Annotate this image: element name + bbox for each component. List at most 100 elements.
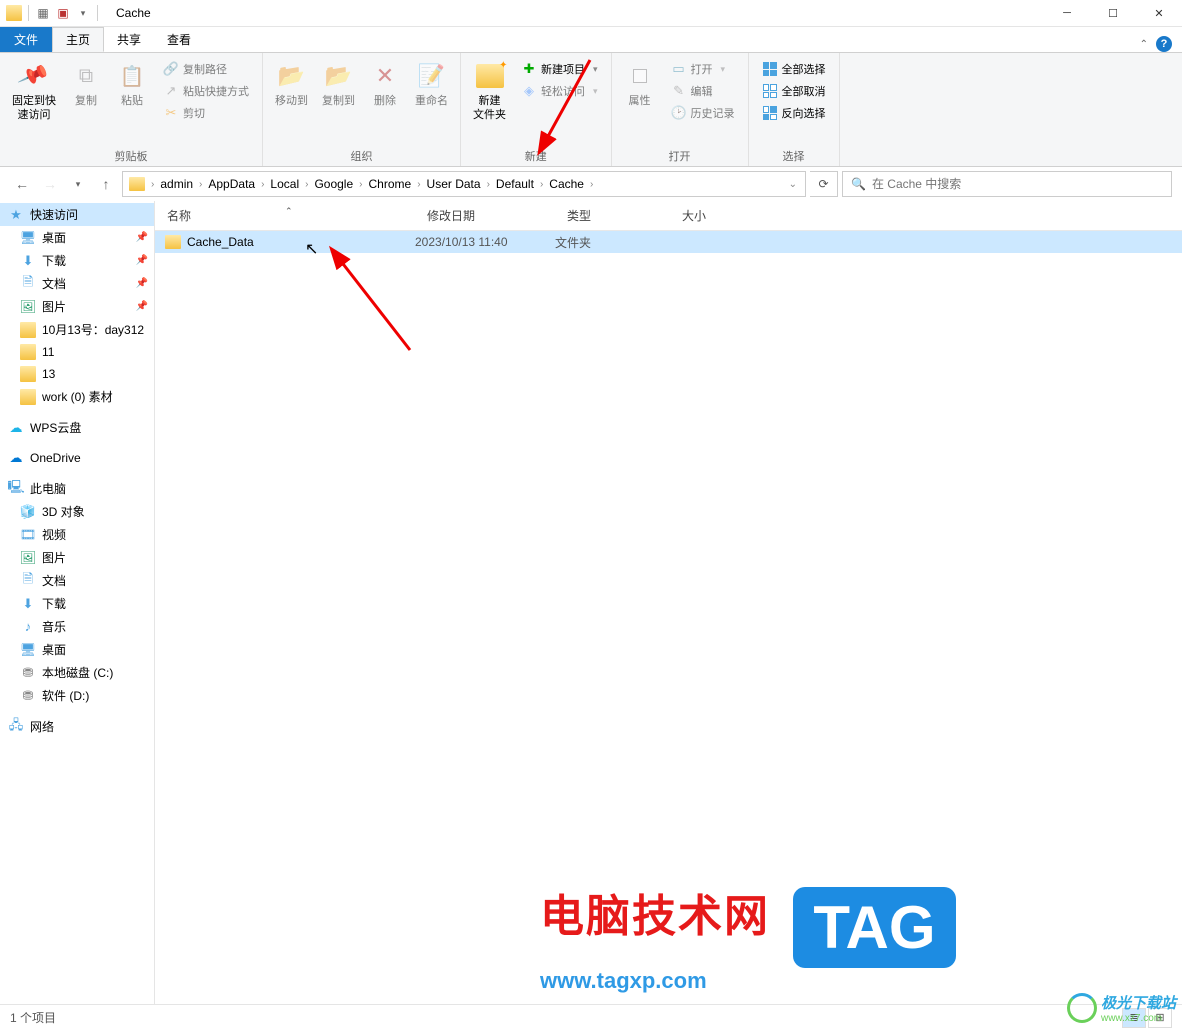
- sidebar-diskc[interactable]: ⛃本地磁盘 (C:): [0, 661, 154, 684]
- sidebar-folder-11[interactable]: 11: [0, 341, 154, 363]
- selectall-button[interactable]: 全部选择: [759, 59, 829, 79]
- crumb-sep[interactable]: ›: [538, 179, 545, 190]
- ribbon-group-select: 全部选择 全部取消 反向选择 选择: [749, 53, 840, 166]
- tab-home[interactable]: 主页: [52, 27, 104, 52]
- crumb-sep[interactable]: ›: [485, 179, 492, 190]
- newfolder-button[interactable]: 新建 文件夹: [467, 57, 512, 146]
- cut-button[interactable]: ✂剪切: [160, 103, 252, 123]
- ribbon-tabs: 文件 主页 共享 查看 ⌃ ?: [0, 27, 1182, 52]
- crumb-sep[interactable]: ›: [259, 179, 266, 190]
- refresh-button[interactable]: ⟳: [810, 171, 838, 197]
- qat-dropdown[interactable]: ▾: [75, 5, 91, 21]
- pinned-icon: 📌: [136, 232, 148, 243]
- sidebar-label: 视频: [42, 526, 66, 543]
- copy-button[interactable]: ⧉ 复制: [64, 57, 108, 146]
- crumb-sep[interactable]: ›: [588, 179, 595, 190]
- sidebar-downloads2[interactable]: ⬇下载: [0, 592, 154, 615]
- pin-to-quickaccess-button[interactable]: 📌 固定到快 速访问: [6, 57, 62, 146]
- crumb-sep[interactable]: ›: [357, 179, 364, 190]
- download-icon: ⬇: [20, 253, 36, 269]
- easyaccess-button[interactable]: ◈轻松访问▾: [518, 81, 601, 101]
- sidebar-videos[interactable]: 🎞视频: [0, 523, 154, 546]
- sidebar-music[interactable]: ♪音乐: [0, 615, 154, 638]
- crumb[interactable]: admin: [156, 177, 197, 191]
- tab-file[interactable]: 文件: [0, 27, 52, 52]
- tab-share[interactable]: 共享: [104, 27, 154, 52]
- moveto-button[interactable]: 📂 移动到: [269, 57, 314, 146]
- properties-button[interactable]: 属性: [618, 57, 662, 146]
- sidebar-downloads[interactable]: ⬇下载📌: [0, 249, 154, 272]
- sidebar-onedrive[interactable]: ☁OneDrive: [0, 447, 154, 469]
- recent-dropdown[interactable]: ▾: [66, 172, 90, 196]
- sidebar-label: 13: [42, 367, 55, 381]
- delete-button[interactable]: ✕ 删除: [363, 57, 407, 146]
- watermark-text: 电脑技术网: [540, 892, 770, 941]
- column-name[interactable]: 名称⌃: [155, 207, 415, 224]
- tab-view[interactable]: 查看: [154, 27, 204, 52]
- sidebar-pictures[interactable]: 🖼图片📌: [0, 295, 154, 318]
- sidebar-diskd[interactable]: ⛃软件 (D:): [0, 684, 154, 707]
- sidebar-folder-work[interactable]: work (0) 素材: [0, 385, 154, 408]
- pasteshortcut-button[interactable]: ↗粘贴快捷方式: [160, 81, 252, 101]
- sidebar-3dobjects[interactable]: 🧊3D 对象: [0, 500, 154, 523]
- sidebar-quickaccess[interactable]: ★快速访问: [0, 203, 154, 226]
- navigation-pane[interactable]: ★快速访问 🖥桌面📌 ⬇下载📌 🗎文档📌 🖼图片📌 10月13号：day312 …: [0, 201, 155, 1004]
- ribbon: 📌 固定到快 速访问 ⧉ 复制 📋 粘贴 🔗复制路径 ↗粘贴快捷方式 ✂剪切 剪…: [0, 52, 1182, 167]
- help-icon[interactable]: ?: [1156, 36, 1172, 52]
- crumb[interactable]: Chrome: [365, 177, 416, 191]
- crumb[interactable]: Cache: [545, 177, 588, 191]
- crumb[interactable]: User Data: [423, 177, 485, 191]
- sidebar-pictures2[interactable]: 🖼图片: [0, 546, 154, 569]
- history-button[interactable]: 🕑历史记录: [668, 103, 738, 123]
- search-input[interactable]: [872, 177, 1163, 191]
- column-date[interactable]: 修改日期: [415, 207, 555, 224]
- copypath-button[interactable]: 🔗复制路径: [160, 59, 252, 79]
- up-button[interactable]: ↑: [94, 172, 118, 196]
- paste-button[interactable]: 📋 粘贴: [110, 57, 154, 146]
- newitem-button[interactable]: ✚新建项目▾: [518, 59, 601, 79]
- sidebar-documents2[interactable]: 🗎文档: [0, 569, 154, 592]
- ribbon-collapse-icon[interactable]: ⌃: [1140, 39, 1148, 50]
- moveto-icon: 📂: [278, 63, 305, 89]
- edit-button[interactable]: ✎编辑: [668, 81, 738, 101]
- crumb[interactable]: AppData: [204, 177, 259, 191]
- column-size[interactable]: 大小: [670, 207, 740, 224]
- pasteshortcut-icon: ↗: [163, 83, 179, 99]
- invert-button[interactable]: 反向选择: [759, 103, 829, 123]
- qat-properties-icon[interactable]: ▦: [35, 5, 51, 21]
- rename-button[interactable]: 📝 重命名: [409, 57, 454, 146]
- sidebar-wps[interactable]: ☁WPS云盘: [0, 416, 154, 439]
- sidebar-network[interactable]: 🖧网络: [0, 715, 154, 738]
- crumb[interactable]: Google: [310, 177, 357, 191]
- copyto-button[interactable]: 📂 复制到: [316, 57, 361, 146]
- sidebar-documents[interactable]: 🗎文档📌: [0, 272, 154, 295]
- open-button[interactable]: ▭打开▾: [668, 59, 738, 79]
- crumb-sep[interactable]: ›: [197, 179, 204, 190]
- address-bar[interactable]: › admin › AppData › Local › Google › Chr…: [122, 171, 806, 197]
- sidebar-folder-oct13[interactable]: 10月13号：day312: [0, 318, 154, 341]
- close-button[interactable]: ✕: [1136, 0, 1182, 27]
- address-dropdown[interactable]: ⌄: [783, 179, 803, 190]
- forward-button[interactable]: →: [38, 172, 62, 196]
- file-row[interactable]: Cache_Data 2023/10/13 11:40 文件夹: [155, 231, 1182, 253]
- column-type[interactable]: 类型: [555, 207, 670, 224]
- crumb[interactable]: Local: [266, 177, 303, 191]
- maximize-button[interactable]: ☐: [1090, 0, 1136, 27]
- sidebar-desktop[interactable]: 🖥桌面📌: [0, 226, 154, 249]
- sidebar-desktop2[interactable]: 🖥桌面: [0, 638, 154, 661]
- sidebar-label: 文档: [42, 275, 66, 292]
- selectnone-button[interactable]: 全部取消: [759, 81, 829, 101]
- sidebar-folder-13[interactable]: 13: [0, 363, 154, 385]
- crumb-sep[interactable]: ›: [415, 179, 422, 190]
- crumb[interactable]: Default: [492, 177, 538, 191]
- sidebar-thispc[interactable]: 🖳此电脑: [0, 477, 154, 500]
- status-bar: 1 个项目 ≣ ⊞: [0, 1004, 1182, 1030]
- easyaccess-icon: ◈: [521, 83, 537, 99]
- crumb-sep[interactable]: ›: [303, 179, 310, 190]
- sidebar-label: 网络: [30, 718, 54, 735]
- qat-newfolder-icon[interactable]: ▣: [55, 5, 71, 21]
- crumb-sep[interactable]: ›: [149, 179, 156, 190]
- back-button[interactable]: ←: [10, 172, 34, 196]
- search-box[interactable]: 🔍: [842, 171, 1172, 197]
- minimize-button[interactable]: ─: [1044, 0, 1090, 27]
